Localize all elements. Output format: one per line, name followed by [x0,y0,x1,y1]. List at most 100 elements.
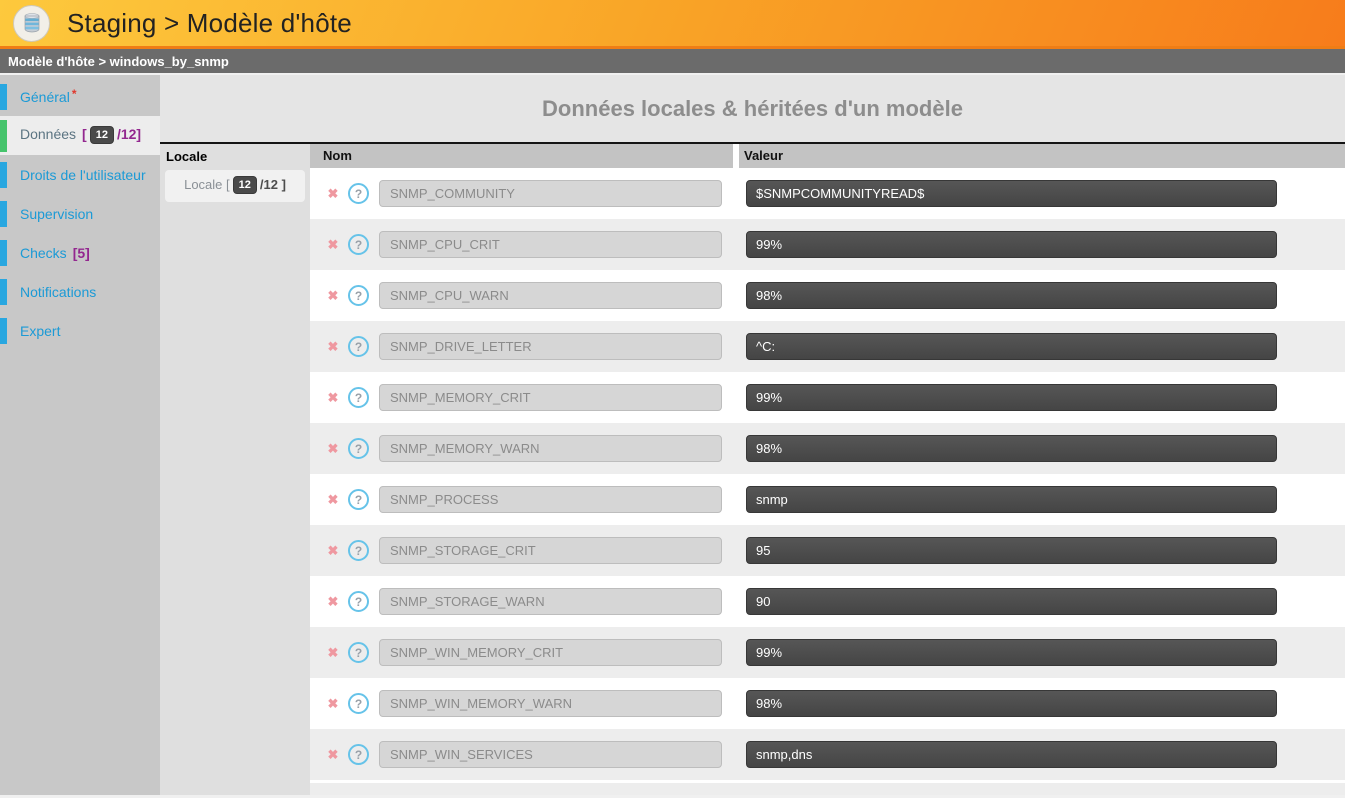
delete-row-icon[interactable]: ✖ [326,696,340,712]
locale-item-total: /12 ] [260,177,286,192]
table-row: ✖ ? [310,168,1345,219]
table-row: ✖ ? [310,678,1345,729]
help-icon[interactable]: ? [348,489,369,510]
sidebar-item-notifications[interactable]: Notifications [0,272,160,311]
tab-indicator-icon [0,84,7,110]
delete-row-icon[interactable]: ✖ [326,645,340,661]
page-title: Données locales & héritées d'un modèle [542,96,963,122]
delete-row-icon[interactable]: ✖ [326,339,340,355]
required-asterisk: * [72,87,77,101]
table-row: ✖ ? [310,423,1345,474]
row-value-input[interactable] [746,180,1277,207]
help-icon[interactable]: ? [348,234,369,255]
tab-indicator-icon [0,201,7,227]
table-row: ✖ ? [310,627,1345,678]
row-value-input[interactable] [746,537,1277,564]
app-header: Staging > Modèle d'hôte [0,0,1345,49]
help-icon[interactable]: ? [348,591,369,612]
tab-indicator-icon [0,162,7,188]
help-icon[interactable]: ? [348,285,369,306]
table-row: ✖ ? [310,576,1345,627]
table-header-row: Nom Valeur [310,144,1345,168]
row-name-input[interactable] [379,180,722,207]
sidebar-item-label: Notifications [20,284,96,300]
locale-group-item[interactable]: Locale [12/12 ] [165,170,305,202]
row-value-input[interactable] [746,486,1277,513]
sidebar-item-supervision[interactable]: Supervision [0,194,160,233]
row-name-input[interactable] [379,435,722,462]
help-icon[interactable]: ? [348,183,369,204]
sidebar-item-checks[interactable]: Checks[5] [0,233,160,272]
row-name-input[interactable] [379,537,722,564]
locale-panel: Locale Locale [12/12 ] [160,144,310,795]
row-value-input[interactable] [746,690,1277,717]
delete-row-icon[interactable]: ✖ [326,492,340,508]
table-row: ✖ ? [310,372,1345,423]
sidebar-item-donnees[interactable]: Données [12/12] [0,116,160,155]
tab-indicator-icon [0,240,7,266]
delete-row-icon[interactable]: ✖ [326,237,340,253]
row-name-input[interactable] [379,741,722,768]
breadcrumb-text: Modèle d'hôte > windows_by_snmp [8,54,229,69]
row-name-input[interactable] [379,639,722,666]
delete-row-icon[interactable]: ✖ [326,441,340,457]
row-name-input[interactable] [379,333,722,360]
row-name-input[interactable] [379,690,722,717]
sidebar: Général* Données [12/12] Droits de l'util… [0,75,160,795]
page-header-title: Staging > Modèle d'hôte [67,8,352,39]
column-header-nom: Nom [310,144,733,168]
tab-indicator-icon [0,279,7,305]
locale-panel-header: Locale [160,144,310,168]
tab-indicator-icon [0,120,7,152]
sidebar-item-label: Données [20,126,76,142]
row-name-input[interactable] [379,588,722,615]
breadcrumb: Modèle d'hôte > windows_by_snmp [0,49,1345,73]
delete-row-icon[interactable]: ✖ [326,747,340,763]
help-icon[interactable]: ? [348,642,369,663]
workspace: Locale Locale [12/12 ] Nom Valeur ✖ ? [160,142,1345,795]
sidebar-item-label: Droits de l'utilisateur [20,167,146,183]
delete-row-icon[interactable]: ✖ [326,543,340,559]
help-icon[interactable]: ? [348,744,369,765]
table-row: ✖ ? [310,474,1345,525]
tab-indicator-icon [0,318,7,344]
database-icon [20,11,44,35]
row-value-input[interactable] [746,741,1277,768]
row-value-input[interactable] [746,384,1277,411]
row-value-input[interactable] [746,435,1277,462]
content-area: Général* Données [12/12] Droits de l'util… [0,75,1345,795]
help-icon[interactable]: ? [348,438,369,459]
locale-count-badge: 12 [233,176,257,194]
row-name-input[interactable] [379,384,722,411]
count-bracket-close: /12] [117,126,141,142]
sidebar-item-expert[interactable]: Expert [0,311,160,350]
sidebar-item-general[interactable]: Général* [0,77,160,116]
row-value-input[interactable] [746,282,1277,309]
data-table: Nom Valeur ✖ ? ✖ ? ✖ [310,144,1345,795]
count-bracket-open: [ [82,126,87,142]
row-value-input[interactable] [746,639,1277,666]
help-icon[interactable]: ? [348,336,369,357]
table-row: ✖ ? [310,525,1345,576]
row-name-input[interactable] [379,282,722,309]
row-value-input[interactable] [746,588,1277,615]
delete-row-icon[interactable]: ✖ [326,390,340,406]
delete-row-icon[interactable]: ✖ [326,186,340,202]
count-plain: [5] [73,245,90,261]
delete-row-icon[interactable]: ✖ [326,594,340,610]
help-icon[interactable]: ? [348,540,369,561]
sidebar-item-droits-utilisateur[interactable]: Droits de l'utilisateur [0,155,160,194]
table-row: ✖ ? [310,729,1345,780]
help-icon[interactable]: ? [348,693,369,714]
row-value-input[interactable] [746,333,1277,360]
table-row: ✖ ? [310,270,1345,321]
locale-item-label: Locale [ [184,177,230,192]
sidebar-item-label: Expert [20,323,60,339]
main-panel: Données locales & héritées d'un modèle L… [160,75,1345,795]
delete-row-icon[interactable]: ✖ [326,288,340,304]
row-value-input[interactable] [746,231,1277,258]
row-name-input[interactable] [379,231,722,258]
row-name-input[interactable] [379,486,722,513]
count-badge: 12 [90,126,114,144]
help-icon[interactable]: ? [348,387,369,408]
